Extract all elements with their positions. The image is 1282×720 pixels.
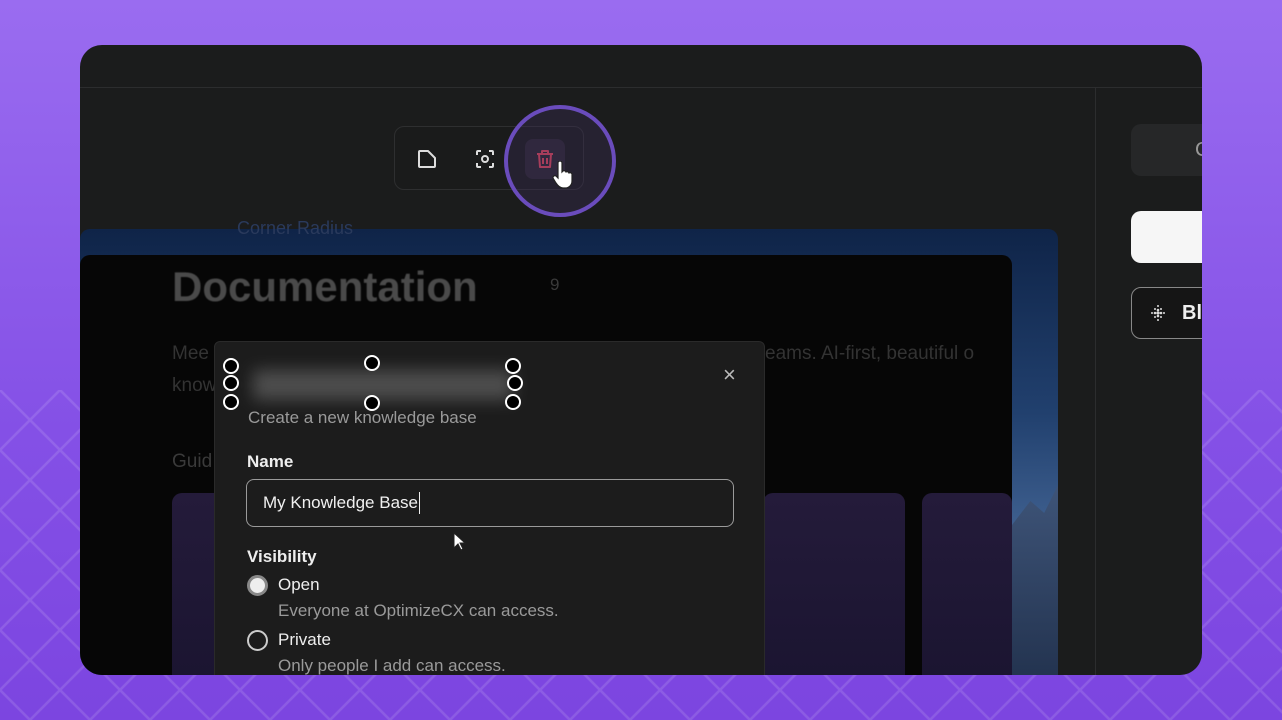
blurred-title [253, 370, 513, 400]
page-title: Documentation [172, 263, 478, 310]
guide-card[interactable] [922, 493, 1012, 675]
right-panel-button-label: C [1195, 139, 1202, 161]
radio-private[interactable] [247, 630, 268, 651]
intro-text-right: eams. AI-first, beautiful o [765, 343, 975, 364]
corner-radius-icon [418, 150, 436, 168]
name-input[interactable]: My Knowledge Base [246, 479, 734, 527]
resize-handle[interactable] [223, 375, 239, 391]
right-panel-button[interactable]: C [1131, 124, 1202, 176]
resize-handle[interactable] [507, 375, 523, 391]
intro-text: Mee [172, 343, 209, 364]
intro-text-line2: know [172, 375, 217, 396]
name-label: Name [247, 452, 294, 471]
mouse-pointer-icon [453, 532, 467, 551]
blur-icon [1151, 305, 1165, 321]
dialog-subtitle: Create a new knowledge base [248, 408, 477, 427]
option-open-label[interactable]: Open [278, 575, 320, 595]
blur-button[interactable]: Bl [1131, 287, 1202, 339]
top-bar [80, 45, 1202, 88]
option-open-description: Everyone at OptimizeCX can access. [278, 601, 559, 620]
close-icon[interactable]: × [723, 362, 736, 388]
text-caret [418, 492, 420, 514]
name-input-value: My Knowledge Base [263, 493, 418, 512]
panel-divider [1095, 88, 1096, 675]
radio-open[interactable] [247, 575, 268, 596]
resize-handle[interactable] [505, 394, 521, 410]
focus-button[interactable] [465, 139, 505, 179]
hand-cursor-icon [552, 161, 573, 189]
resize-handle[interactable] [505, 358, 521, 374]
guide-card[interactable] [763, 493, 905, 675]
guides-heading: Guid [172, 451, 213, 472]
corner-radius-label: Corner Radius [237, 218, 354, 238]
create-knowledge-base-dialog: × Create a new knowledge base Name My Kn… [214, 341, 765, 675]
focus-icon [476, 150, 494, 168]
blur-label: Bl [1182, 301, 1202, 324]
corner-radius-value: 9 [550, 275, 560, 294]
corner-radius-button[interactable] [407, 139, 447, 179]
right-panel-white-button[interactable] [1131, 211, 1202, 263]
resize-handle[interactable] [223, 358, 239, 374]
visibility-label: Visibility [247, 547, 317, 566]
option-private-label[interactable]: Private [278, 630, 331, 650]
app-window: Corner Radius Documentation 9 Mee eams. … [80, 45, 1202, 675]
option-private-description: Only people I add can access. [278, 656, 506, 675]
resize-handle[interactable] [364, 355, 380, 371]
resize-handle[interactable] [223, 394, 239, 410]
